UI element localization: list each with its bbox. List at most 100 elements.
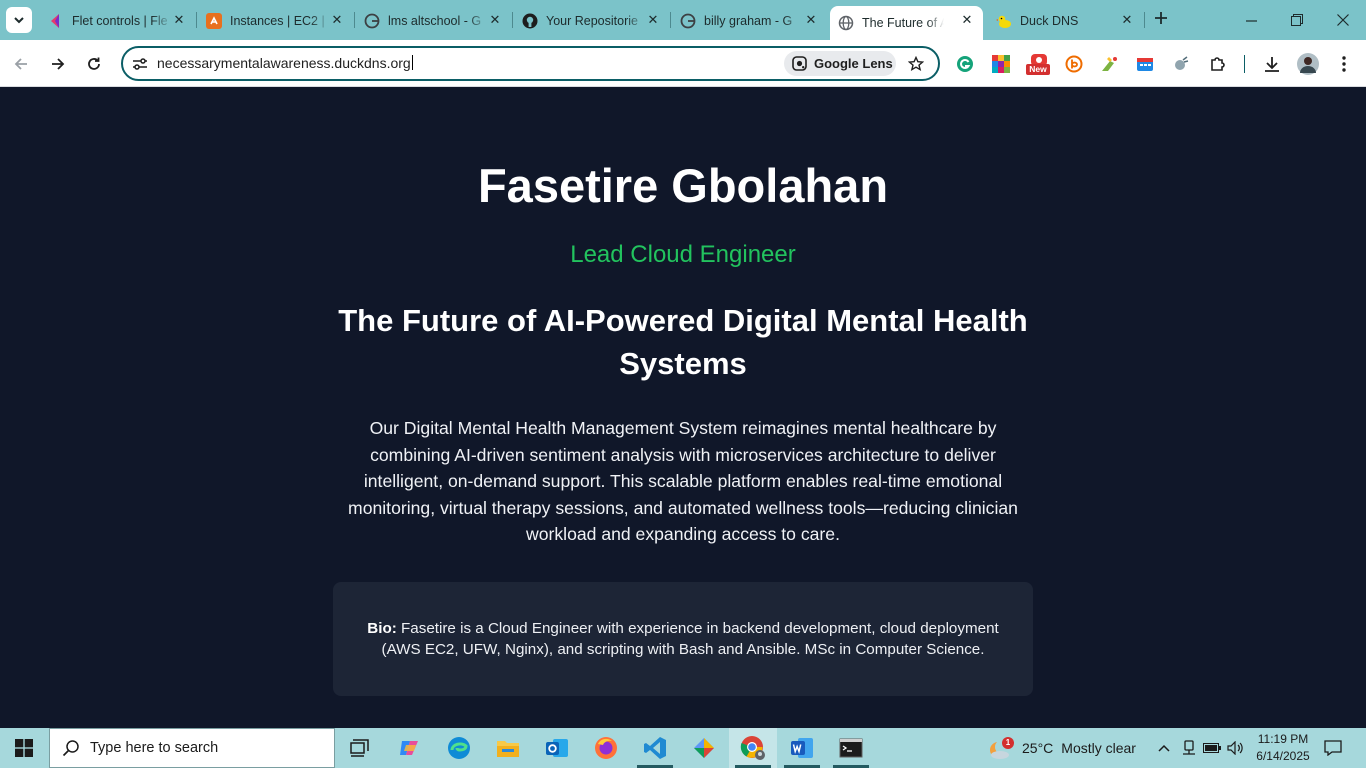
tab-billy-graham[interactable]: billy graham - G ✕ bbox=[672, 6, 827, 35]
puzzle-green-extension[interactable] bbox=[1098, 53, 1120, 75]
tab-aws-instances[interactable]: Instances | EC2 | ✕ bbox=[198, 6, 353, 35]
bio-card: Bio: Fasetire is a Cloud Engineer with e… bbox=[333, 582, 1033, 696]
close-window-button[interactable] bbox=[1320, 0, 1366, 40]
network-icon bbox=[1183, 740, 1195, 755]
new-tab-button[interactable] bbox=[1150, 9, 1172, 31]
tab-title: Duck DNS bbox=[1020, 13, 1079, 28]
temperature: 25°C bbox=[1022, 740, 1054, 756]
battery-icon bbox=[1203, 743, 1221, 753]
close-icon[interactable]: ✕ bbox=[329, 12, 345, 28]
close-icon[interactable]: ✕ bbox=[1119, 12, 1135, 28]
terminal-app[interactable] bbox=[827, 728, 875, 768]
color-grid-extension[interactable] bbox=[990, 53, 1012, 75]
close-icon[interactable]: ✕ bbox=[959, 12, 975, 28]
forward-button[interactable] bbox=[46, 52, 70, 76]
google-lens-button[interactable]: Google Lens bbox=[784, 51, 896, 76]
back-button[interactable] bbox=[9, 52, 33, 76]
page-description: Our Digital Mental Health Management Sys… bbox=[348, 418, 1018, 544]
close-icon[interactable]: ✕ bbox=[645, 12, 661, 28]
minimize-button[interactable] bbox=[1228, 0, 1274, 40]
git-tool-app[interactable] bbox=[680, 728, 728, 768]
close-icon[interactable]: ✕ bbox=[487, 12, 503, 28]
satellite-icon bbox=[1175, 56, 1189, 70]
task-view-button[interactable] bbox=[336, 728, 384, 768]
duck-icon bbox=[996, 13, 1012, 29]
tab-search-button[interactable] bbox=[6, 7, 32, 33]
weather-moon-icon: 1 bbox=[986, 736, 1014, 760]
tab-separator bbox=[512, 12, 513, 28]
edge-app[interactable] bbox=[435, 728, 483, 768]
satellite-extension[interactable] bbox=[1170, 53, 1192, 75]
bookmark-star-button[interactable] bbox=[906, 54, 926, 74]
aws-icon bbox=[206, 12, 222, 29]
toolbar-separator bbox=[1244, 55, 1245, 73]
firefox-icon bbox=[595, 737, 617, 759]
tab-title: billy graham - G bbox=[704, 13, 793, 28]
start-button[interactable] bbox=[0, 728, 48, 768]
tab-separator bbox=[354, 12, 355, 28]
windows-logo-icon bbox=[15, 739, 33, 757]
battery-tray-button[interactable] bbox=[1201, 728, 1223, 768]
bio-label: Bio: bbox=[367, 620, 397, 637]
network-tray-button[interactable] bbox=[1178, 728, 1200, 768]
close-icon[interactable]: ✕ bbox=[171, 12, 187, 28]
tab-future-of-ai[interactable]: The Future of AI ✕ bbox=[830, 6, 983, 40]
search-icon bbox=[62, 739, 80, 757]
chrome-icon bbox=[740, 736, 765, 760]
calendar-extension[interactable] bbox=[1134, 53, 1156, 75]
copilot-icon bbox=[400, 741, 418, 755]
chrome-app[interactable] bbox=[729, 728, 777, 768]
color-grid-icon bbox=[992, 55, 1010, 73]
reload-button[interactable] bbox=[82, 52, 106, 76]
tab-flet-controls[interactable]: Flet controls | Fle ✕ bbox=[40, 6, 195, 35]
outlook-icon bbox=[546, 739, 568, 757]
notifications-button[interactable] bbox=[1320, 737, 1346, 759]
b-circle-icon bbox=[1065, 55, 1083, 73]
tab-duck-dns[interactable]: Duck DNS ✕ bbox=[988, 6, 1143, 35]
lens-icon bbox=[792, 56, 807, 71]
word-app[interactable] bbox=[778, 728, 826, 768]
text-cursor bbox=[411, 55, 413, 70]
taskbar-search-box[interactable]: Type here to search bbox=[49, 728, 335, 768]
chevron-down-icon bbox=[14, 17, 24, 24]
firefox-app[interactable] bbox=[582, 728, 630, 768]
search-placeholder: Type here to search bbox=[90, 740, 219, 756]
restore-button[interactable] bbox=[1274, 0, 1320, 40]
globe-icon bbox=[838, 15, 854, 31]
tab-lms-altschool[interactable]: lms altschool - G ✕ bbox=[356, 6, 511, 35]
new-badge-extension[interactable]: New bbox=[1026, 53, 1052, 75]
weather-widget[interactable]: 1 25°C Mostly clear bbox=[986, 728, 1136, 768]
reload-icon bbox=[88, 57, 100, 70]
notification-icon bbox=[1324, 740, 1342, 756]
tab-title: lms altschool - G bbox=[388, 13, 482, 28]
web-page-content: Fasetire Gbolahan Lead Cloud Engineer Th… bbox=[0, 88, 1366, 728]
outlook-app[interactable] bbox=[533, 728, 581, 768]
plus-icon bbox=[1155, 12, 1167, 24]
download-icon bbox=[1265, 57, 1279, 72]
tab-title: The Future of AI bbox=[862, 16, 944, 30]
url-text[interactable]: necessarymentalawareness.duckdns.org bbox=[157, 55, 413, 71]
system-clock[interactable]: 11:19 PM 6/14/2025 bbox=[1250, 731, 1316, 765]
extensions-button[interactable] bbox=[1207, 53, 1229, 75]
volume-tray-button[interactable] bbox=[1225, 728, 1247, 768]
browser-menu-button[interactable] bbox=[1333, 53, 1355, 75]
new-badge: New bbox=[1026, 64, 1050, 75]
page-headline: The Future of AI-Powered Digital Mental … bbox=[338, 303, 1028, 381]
profile-avatar-button[interactable] bbox=[1297, 53, 1319, 75]
b-orange-extension[interactable] bbox=[1063, 53, 1085, 75]
show-hidden-icons-button[interactable] bbox=[1153, 728, 1175, 768]
downloads-button[interactable] bbox=[1261, 53, 1283, 75]
author-name: Fasetire Gbolahan bbox=[477, 159, 889, 212]
copilot-app[interactable] bbox=[386, 728, 434, 768]
vscode-app[interactable] bbox=[631, 728, 679, 768]
grammarly-icon bbox=[957, 56, 973, 72]
close-icon[interactable]: ✕ bbox=[803, 12, 819, 28]
site-info-button[interactable] bbox=[128, 52, 152, 76]
tab-separator bbox=[1144, 12, 1145, 28]
tab-github-repositories[interactable]: Your Repositorie ✕ bbox=[514, 6, 669, 35]
grammarly-extension[interactable] bbox=[954, 53, 976, 75]
address-bar[interactable]: necessarymentalawareness.duckdns.org Goo… bbox=[121, 46, 940, 81]
google-icon bbox=[364, 13, 380, 29]
clock-time: 11:19 PM bbox=[1257, 732, 1309, 746]
file-explorer-app[interactable] bbox=[484, 728, 532, 768]
